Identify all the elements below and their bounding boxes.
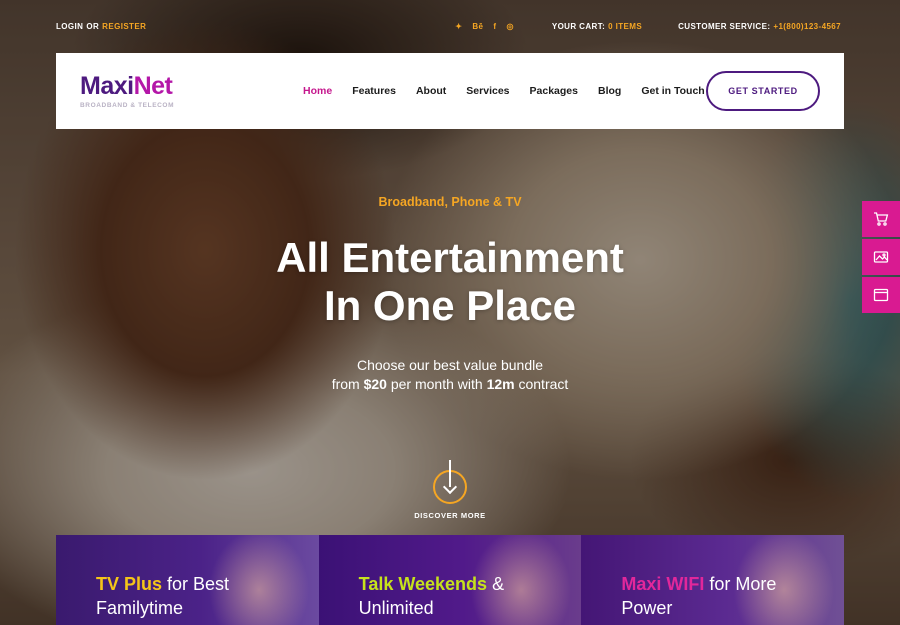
main-header: MaxiNet BROADBAND & TELECOM Home Feature… — [56, 53, 844, 129]
hero-subtitle: Choose our best value bundle from $20 pe… — [0, 356, 900, 394]
nav-item-home[interactable]: Home — [303, 85, 332, 97]
hero-headline-line2: In One Place — [323, 282, 577, 329]
feature-card-title: Talk Weekends & Unlimited — [358, 574, 505, 618]
nav-item-blog[interactable]: Blog — [598, 85, 621, 97]
hero-content: Broadband, Phone & TV All Entertainment … — [0, 195, 900, 394]
side-gallery-button[interactable] — [862, 239, 900, 275]
service-phone[interactable]: +1(800)123-4567 — [773, 22, 841, 31]
behance-icon[interactable]: Bē — [472, 22, 483, 31]
customer-service: CUSTOMER SERVICE: +1(800)123-4567 — [678, 22, 844, 31]
hero-price: $20 — [363, 376, 387, 392]
instagram-icon[interactable]: ◎ — [506, 22, 513, 31]
login-register: LOGIN OR REGISTER — [56, 22, 146, 31]
feature-card-talk-weekends[interactable]: Talk Weekends & Unlimited — [318, 535, 582, 625]
cart-icon — [874, 212, 889, 226]
service-label: CUSTOMER SERVICE: — [678, 21, 771, 31]
logo-wordmark: MaxiNet — [80, 71, 173, 100]
side-cart-button[interactable] — [862, 201, 900, 237]
facebook-icon[interactable]: f — [493, 22, 496, 31]
cart-count: 0 ITEMS — [608, 21, 643, 31]
feature-card-title: Maxi WIFI for More Power — [621, 574, 777, 618]
twitter-icon[interactable]: ✦ — [455, 22, 462, 31]
discover-more-label: DISCOVER MORE — [414, 511, 486, 520]
hero-headline: All Entertainment In One Place — [0, 234, 900, 330]
cart-summary[interactable]: YOUR CART: 0 ITEMS — [552, 22, 645, 31]
top-bar: LOGIN OR REGISTER ✦ Bē f ◎ YOUR CART: 0 I… — [56, 0, 844, 52]
nav-item-about[interactable]: About — [416, 85, 446, 97]
hero-subtitle-line2: from $20 per month with 12m contract — [331, 376, 569, 392]
hero-eyebrow: Broadband, Phone & TV — [378, 195, 522, 209]
browser-icon — [873, 288, 889, 302]
cart-label: YOUR CART: — [551, 21, 606, 31]
nav-item-packages[interactable]: Packages — [530, 85, 578, 97]
side-toolbar — [862, 201, 900, 315]
hero-headline-line1: All Entertainment — [276, 234, 624, 281]
feature-card-maxi-wifi[interactable]: Maxi WIFI for More Power — [581, 535, 845, 625]
main-nav: Home Features About Services Packages Bl… — [303, 85, 705, 97]
feature-card-title: TV Plus for Best Familytime — [96, 574, 230, 618]
login-or-text: OR — [86, 21, 100, 31]
nav-item-get-in-touch[interactable]: Get in Touch — [641, 85, 704, 97]
nav-item-features[interactable]: Features — [352, 85, 396, 97]
hero-term: 12m — [486, 376, 515, 392]
hero-subtitle-line1: Choose our best value bundle — [356, 357, 544, 373]
nav-item-services[interactable]: Services — [466, 85, 509, 97]
side-browser-button[interactable] — [862, 277, 900, 313]
discover-more[interactable]: DISCOVER MORE — [405, 460, 495, 520]
picture-icon — [873, 251, 889, 263]
social-links: ✦ Bē f ◎ — [455, 22, 514, 31]
login-link[interactable]: LOGIN — [56, 22, 83, 31]
feature-card-tv-plus[interactable]: TV Plus for Best Familytime — [56, 535, 319, 625]
logo[interactable]: MaxiNet BROADBAND & TELECOM — [80, 71, 215, 109]
get-started-button[interactable]: GET STARTED — [706, 71, 820, 111]
feature-cards: TV Plus for Best Familytime Talk Weekend… — [56, 535, 845, 625]
register-link[interactable]: REGISTER — [102, 22, 146, 31]
logo-tagline: BROADBAND & TELECOM — [80, 101, 175, 109]
